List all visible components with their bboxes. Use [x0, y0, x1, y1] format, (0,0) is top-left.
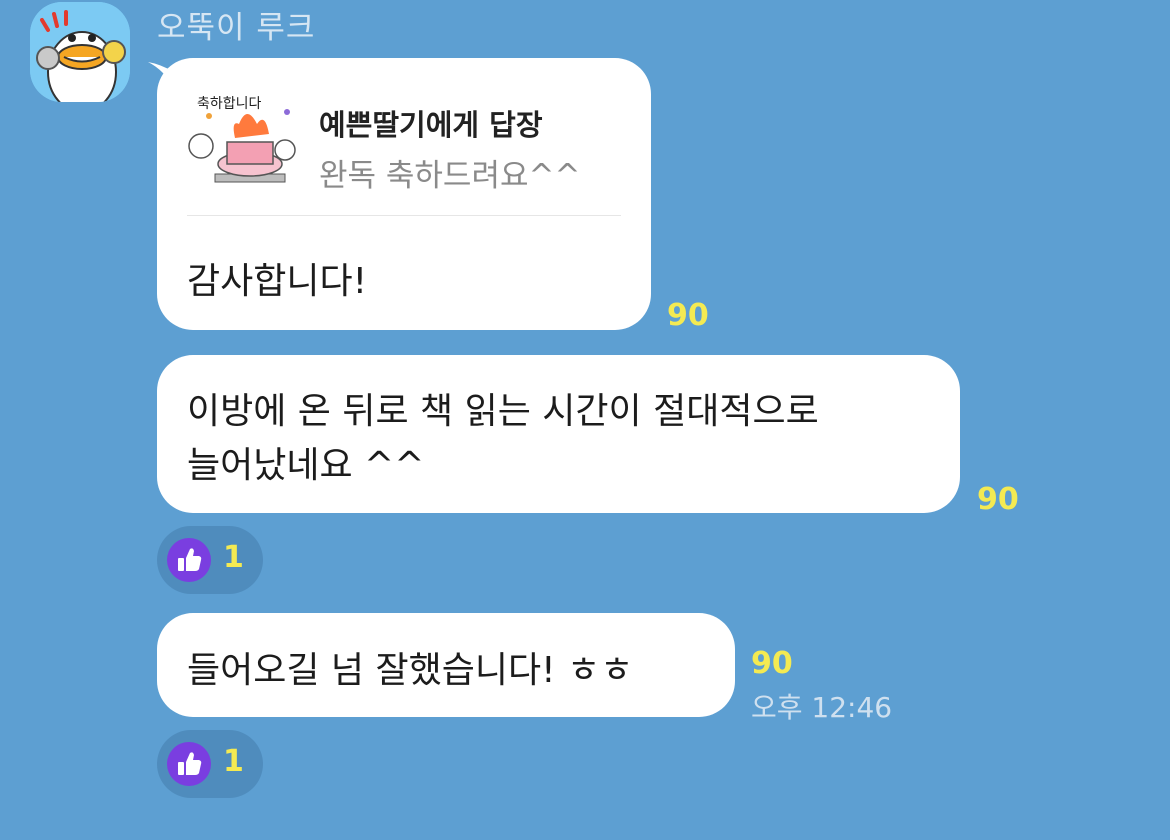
sender-avatar[interactable] — [30, 2, 130, 102]
unread-count: 90 — [667, 298, 709, 333]
thumbs-up-badge — [167, 538, 211, 582]
reply-quoted-text: 완독 축하드려요^^ — [319, 158, 581, 194]
svg-text:축하합니다: 축하합니다 — [197, 96, 262, 112]
reaction-badge[interactable]: 1 — [157, 730, 263, 798]
reaction-count: 1 — [223, 744, 244, 779]
message-time: 오후 12:46 — [751, 691, 893, 724]
message-bubble-reply[interactable]: 축하합니다 예쁜딸기에게 답장 완독 축하드려요^^ 감사합니다! — [157, 58, 651, 330]
message-text: 이방에 온 뒤로 책 읽는 시간이 절대적으로 늘어났네요 ^^ — [187, 391, 819, 486]
thumbs-up-badge — [167, 742, 211, 786]
sticker-caption: 축하합니다 — [197, 96, 262, 112]
reaction-badge[interactable]: 1 — [157, 526, 263, 594]
reply-divider — [187, 215, 621, 216]
unread-count: 90 — [751, 646, 793, 681]
sender-name: 오뚝이 루크 — [157, 10, 316, 46]
message-text: 들어오길 넘 잘했습니다! ㅎㅎ — [187, 650, 634, 691]
reply-title: 예쁜딸기에게 답장 — [319, 108, 543, 142]
unread-count: 90 — [977, 482, 1019, 517]
message-text: 감사합니다! — [187, 261, 368, 302]
duck-avatar-icon — [30, 2, 130, 102]
reaction-count: 1 — [223, 540, 244, 575]
message-bubble[interactable]: 들어오길 넘 잘했습니다! ㅎㅎ — [157, 613, 735, 717]
thumbs-up-icon — [178, 752, 202, 775]
message-bubble[interactable]: 이방에 온 뒤로 책 읽는 시간이 절대적으로 늘어났네요 ^^ — [157, 355, 960, 513]
thumbs-up-icon — [178, 548, 202, 571]
